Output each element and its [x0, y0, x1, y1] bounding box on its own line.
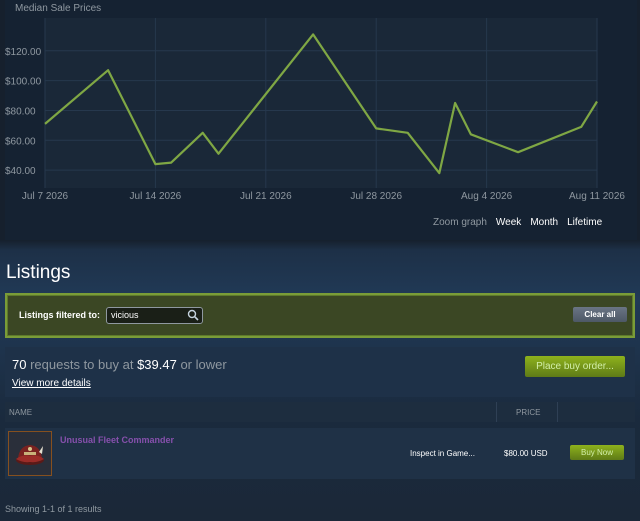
chart-title: Median Sale Prices: [15, 3, 102, 14]
buy-order-text-end: or lower: [180, 357, 227, 372]
item-price: $80.00 USD: [504, 449, 548, 458]
price-history-chart: $120.00 $100.00 $80.00 $60.00 $40.00 Jul 7 2…: [5, 0, 637, 240]
results-count: Showing 1-1 of 1 results: [5, 504, 102, 514]
x-tick-label: Aug 4 2026: [461, 191, 513, 202]
buy-now-button[interactable]: Buy Now: [570, 445, 624, 460]
x-tick-label: Jul 7 2026: [22, 191, 69, 202]
buy-order-price: $39.47: [137, 357, 177, 372]
listings-filter-bar: Listings filtered to: vicious Clear all: [5, 293, 635, 338]
zoom-month[interactable]: Month: [530, 217, 558, 228]
filter-label: Listings filtered to:: [19, 310, 100, 320]
x-tick-label: Jul 28 2026: [350, 191, 402, 202]
listings-table-header: NAME PRICE: [5, 402, 635, 422]
view-more-details-link[interactable]: View more details: [12, 378, 91, 389]
column-divider: [496, 402, 497, 422]
buy-order-count: 70: [12, 357, 27, 372]
zoom-lifetime[interactable]: Lifetime: [567, 217, 602, 228]
column-divider: [557, 402, 558, 422]
buy-order-text: 70 requests to buy at $39.47 or lower: [12, 357, 227, 372]
chart-plot-area: [45, 18, 597, 188]
item-name-link[interactable]: Unusual Fleet Commander: [60, 435, 174, 445]
item-thumbnail[interactable]: [8, 431, 52, 476]
name-column-header: NAME: [9, 408, 33, 417]
table-row: Unusual Fleet Commander Inspect in Game.…: [5, 428, 635, 479]
place-buy-order-button[interactable]: Place buy order...: [525, 356, 625, 377]
zoom-label: Zoom graph: [433, 217, 487, 228]
zoom-controls: Zoom graph Week Month Lifetime: [433, 217, 602, 228]
buy-order-text-mid: requests to buy at: [30, 357, 134, 372]
y-tick-label: $60.00: [5, 136, 36, 147]
search-icon[interactable]: [187, 309, 199, 321]
clear-all-button[interactable]: Clear all: [573, 307, 627, 322]
zoom-week[interactable]: Week: [496, 217, 521, 228]
inspect-in-game-link[interactable]: Inspect in Game...: [410, 449, 475, 458]
listings-heading: Listings: [6, 262, 71, 283]
x-tick-label: Jul 21 2026: [240, 191, 292, 202]
y-tick-label: $80.00: [5, 106, 36, 117]
price-column-header: PRICE: [516, 408, 541, 417]
buy-order-summary: 70 requests to buy at $39.47 or lower Vi…: [5, 347, 635, 397]
fleet-commander-hat-icon: [16, 445, 44, 465]
x-tick-label: Aug 11 2026: [569, 191, 625, 202]
x-tick-label: Jul 14 2026: [130, 191, 182, 202]
y-tick-label: $120.00: [5, 47, 42, 58]
chart-canvas: $120.00 $100.00 $80.00 $60.00 $40.00 Jul 7 2…: [5, 18, 625, 202]
y-tick-label: $40.00: [5, 166, 36, 177]
y-tick-label: $100.00: [5, 77, 42, 88]
